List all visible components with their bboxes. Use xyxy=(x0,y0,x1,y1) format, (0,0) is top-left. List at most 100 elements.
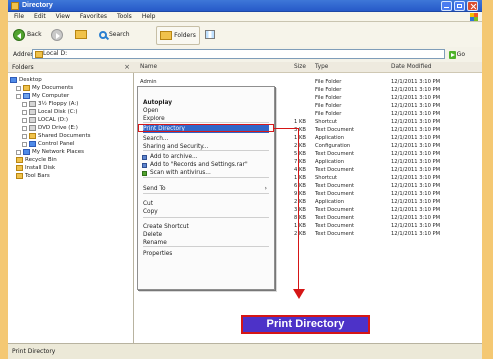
callout-label: Print Directory xyxy=(241,315,370,334)
file-date: 12/1/2011 3:10 PM xyxy=(391,103,441,109)
tree-item[interactable]: 3½ Floppy (A:) xyxy=(10,100,132,108)
expand-icon[interactable] xyxy=(22,133,27,139)
file-type: Application xyxy=(315,159,344,165)
column-size[interactable]: Size xyxy=(294,64,306,70)
tree-item[interactable]: Shared Documents xyxy=(10,132,132,140)
context-menu-item[interactable]: Print Directory xyxy=(143,125,269,133)
tree-item[interactable]: Local Disk (C:) xyxy=(10,108,132,116)
context-menu-item-label: Explore xyxy=(143,116,165,122)
title-bar: Directory xyxy=(8,0,482,12)
search-button[interactable]: Search xyxy=(99,27,130,42)
context-menu-item-label: Create Shortcut xyxy=(143,224,189,230)
expand-icon[interactable] xyxy=(16,149,21,155)
column-type[interactable]: Type xyxy=(315,64,328,70)
context-menu-item[interactable]: Sharing and Security... xyxy=(143,143,269,151)
expand-icon[interactable] xyxy=(16,93,21,99)
forward-button[interactable] xyxy=(51,27,63,42)
file-row[interactable]: Admin File Folder 12/1/2011 3:10 PM xyxy=(134,78,482,86)
expand-icon[interactable] xyxy=(16,85,21,91)
recycle-bin-icon xyxy=(16,157,23,163)
tree-item[interactable]: Install Disk xyxy=(10,164,132,172)
context-menu-item-label: Add to archive... xyxy=(150,154,198,160)
context-menu-item[interactable]: Open xyxy=(143,107,269,115)
tree-item[interactable]: Desktop xyxy=(10,76,132,84)
expand-icon[interactable] xyxy=(22,125,27,131)
back-button[interactable]: Back xyxy=(13,27,42,42)
file-name: Admin xyxy=(140,79,157,85)
file-size: 9 KB xyxy=(294,191,306,197)
file-type: Shortcut xyxy=(315,175,338,181)
file-size: 2 KB xyxy=(294,143,306,149)
go-button[interactable]: Go xyxy=(449,50,465,59)
context-menu-item-label: Rename xyxy=(143,240,167,246)
context-menu-item[interactable]: Autoplay xyxy=(143,99,269,107)
context-menu-item[interactable]: Search... xyxy=(143,135,269,143)
network-icon xyxy=(23,149,30,155)
file-date: 12/1/2011 3:10 PM xyxy=(391,111,441,117)
expand-icon[interactable] xyxy=(22,117,27,123)
views-button[interactable] xyxy=(205,27,215,42)
tree-item-label: Shared Documents xyxy=(38,133,91,139)
expand-icon[interactable] xyxy=(22,101,27,107)
context-menu-item[interactable]: Add to "Records and Settings.rar" xyxy=(142,161,269,169)
context-menu-item[interactable]: Properties xyxy=(143,250,269,258)
context-menu-item[interactable]: Add to archive... xyxy=(142,153,269,161)
search-icon xyxy=(99,30,107,39)
menu-file[interactable]: File xyxy=(14,13,24,20)
file-type: Text Document xyxy=(315,167,355,173)
menu-favorites[interactable]: Favorites xyxy=(80,13,107,20)
desktop-icon xyxy=(10,77,17,83)
column-header-row: Name Size Type Date Modified xyxy=(134,62,482,73)
floppy-drive-icon xyxy=(29,101,36,107)
close-button[interactable] xyxy=(467,1,478,11)
file-type: Text Document xyxy=(315,207,355,213)
folders-pane-close-button[interactable]: × xyxy=(124,63,130,71)
menu-tools[interactable]: Tools xyxy=(117,13,132,20)
folders-button[interactable]: Folders xyxy=(156,26,200,45)
tree-item[interactable]: My Documents xyxy=(10,84,132,92)
column-name[interactable]: Name xyxy=(140,64,157,70)
context-menu-item[interactable]: Copy xyxy=(143,208,269,216)
folder-tree: Desktop My Documents My Computer 3½ Flop… xyxy=(10,76,132,180)
context-menu-item[interactable]: Scan with antivirus... xyxy=(142,169,269,177)
context-menu-item[interactable]: Delete xyxy=(143,231,269,239)
tree-item[interactable]: My Computer xyxy=(10,92,132,100)
menu-edit[interactable]: Edit xyxy=(34,13,46,20)
tree-item[interactable]: Recycle Bin xyxy=(10,156,132,164)
file-type: Text Document xyxy=(315,215,355,221)
tree-item[interactable]: LOCAL (D:) xyxy=(10,116,132,124)
folder-icon xyxy=(16,173,23,179)
expand-icon[interactable] xyxy=(22,141,27,147)
file-date: 12/1/2011 3:10 PM xyxy=(391,175,441,181)
context-menu-item[interactable]: Rename xyxy=(143,239,269,247)
context-menu-item[interactable]: Cut xyxy=(143,200,269,208)
folder-icon xyxy=(11,2,19,10)
file-type: File Folder xyxy=(315,87,342,93)
archive-icon xyxy=(142,163,147,168)
tree-item[interactable]: Control Panel xyxy=(10,140,132,148)
column-date-modified[interactable]: Date Modified xyxy=(391,64,431,70)
tree-item[interactable]: DVD Drive (E:) xyxy=(10,124,132,132)
minimize-button[interactable] xyxy=(441,1,452,11)
file-size: 1 KB xyxy=(294,119,306,125)
tree-item[interactable]: Tool Bars xyxy=(10,172,132,180)
menu-view[interactable]: View xyxy=(56,13,70,20)
context-menu-item-label: Autoplay xyxy=(143,100,173,106)
expand-icon[interactable] xyxy=(22,109,27,115)
context-menu-item[interactable]: Explore xyxy=(143,115,269,123)
context-menu-item-label: Copy xyxy=(143,209,158,215)
context-menu-item[interactable]: Create Shortcut xyxy=(143,223,269,231)
address-bar: Address Local D: Go xyxy=(8,47,482,63)
context-menu-item-label: Print Directory xyxy=(143,126,185,132)
file-type: Text Document xyxy=(315,191,355,197)
folders-pane-header: Folders × xyxy=(8,62,134,73)
file-type: Text Document xyxy=(315,151,355,157)
address-input[interactable]: Local D: xyxy=(32,49,445,59)
control-panel-icon xyxy=(29,141,36,147)
menu-help[interactable]: Help xyxy=(142,13,156,20)
maximize-button[interactable] xyxy=(454,1,465,11)
context-menu-item[interactable]: Send To › xyxy=(143,185,269,193)
file-date: 12/1/2011 3:10 PM xyxy=(391,95,441,101)
tree-item[interactable]: My Network Places xyxy=(10,148,132,156)
up-button[interactable] xyxy=(75,27,87,42)
